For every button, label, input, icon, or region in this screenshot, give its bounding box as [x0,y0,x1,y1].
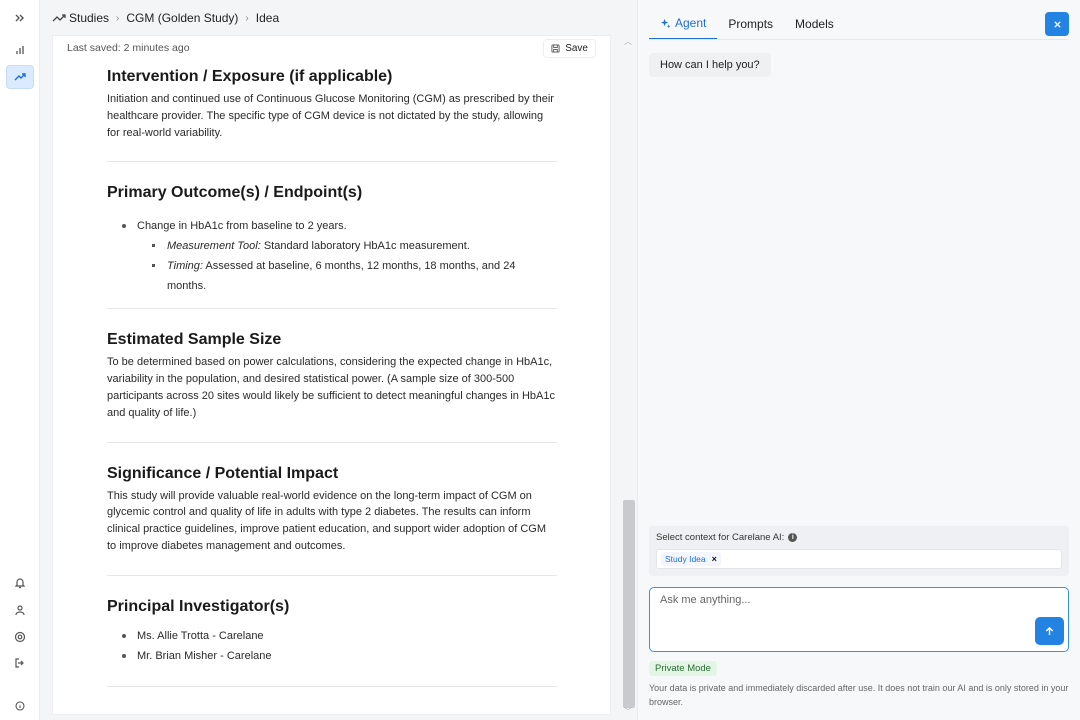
breadcrumb-studies[interactable]: Studies [69,11,109,25]
scroll-down-icon[interactable]: ﹀ [624,706,632,717]
breadcrumb: Studies › CGM (Golden Study) › Idea [40,0,637,36]
private-mode-text: Your data is private and immediately dis… [649,683,1069,707]
context-selector: Select context for Carelane AI: i Study … [649,526,1069,576]
chip-label: Study Idea [665,554,706,564]
close-icon [1053,20,1061,28]
divider [107,161,557,163]
section-significance: Significance / Potential Impact This stu… [107,465,556,555]
context-label-text: Select context for Carelane AI: [656,532,785,543]
close-panel-button[interactable] [1045,12,1069,36]
tab-models[interactable]: Models [784,12,845,40]
doc-scrollbar[interactable]: ︿ ﹀ [622,36,636,720]
section-title: Principal Investigator(s) [107,597,290,615]
trending-icon[interactable] [6,65,34,89]
user-icon[interactable] [6,598,34,622]
expand-icon[interactable] [6,6,34,30]
assistant-greeting: How can I help you? [649,53,771,77]
tab-agent[interactable]: Agent [649,12,718,40]
chat-input-box [649,587,1069,652]
logout-icon[interactable] [6,651,34,675]
section-title: Intervention / Exposure (if applicable) [107,68,393,85]
bar-chart-icon[interactable] [6,38,34,62]
bell-icon[interactable] [6,571,34,595]
context-label: Select context for Carelane AI: i [656,532,1062,543]
context-chip: Study Idea × [661,552,721,566]
help-icon[interactable] [6,625,34,649]
sub-label: Measurement Tool: [167,240,261,253]
section-investigators: Principal Investigator(s) Ms. Allie Trot… [107,598,556,666]
tab-label: Models [795,17,834,31]
section-title: Estimated Sample Size [107,331,282,349]
list-item: Timing: Assessed at baseline, 6 months, … [137,256,556,296]
sparkle-icon [660,18,671,28]
context-field[interactable]: Study Idea × [656,549,1062,569]
info-circle-icon[interactable] [6,694,34,718]
tabs-divider [649,39,1069,40]
last-saved-text: Last saved: 2 minutes ago [67,42,190,54]
scroll-up-icon[interactable]: ︿ [624,36,632,47]
doc-header: Last saved: 2 minutes ago Save [53,36,610,60]
info-icon[interactable]: i [788,533,798,542]
arrow-up-icon [1045,626,1054,635]
section-title: Primary Outcome(s) / Endpoint(s) [107,184,363,202]
chevron-right-icon: › [245,12,249,24]
section-outcomes: Primary Outcome(s) / Endpoint(s) Change … [107,184,556,296]
list-item: Ms. Allie Trotta - Carelane [107,626,556,646]
panel-tabs: Agent Prompts Models [649,12,845,40]
outcome-sublist: Measurement Tool: Standard laboratory Hb… [137,236,556,296]
sub-text: Standard laboratory HbA1c measurement. [260,240,470,253]
scroll-thumb[interactable] [623,500,635,708]
list-item: Mr. Brian Misher - Carelane [107,646,556,666]
outcome-list: Change in HbA1c from baseline to 2 years… [107,216,556,296]
section-text: This study will provide valuable real-wo… [107,489,547,552]
save-icon [551,43,560,53]
chevron-right-icon: › [116,12,120,24]
send-button[interactable] [1035,617,1064,645]
divider [107,574,557,576]
divider [107,685,557,687]
ai-panel: Agent Prompts Models How can I help you?… [637,0,1080,720]
breadcrumb-idea: Idea [255,11,280,25]
outcome-main: Change in HbA1c from baseline to 2 years… [137,220,347,233]
tab-label: Prompts [728,17,774,31]
document-card: Last saved: 2 minutes ago Save Intervent… [53,36,610,714]
sub-label: Timing: [167,260,203,273]
chat-input[interactable] [660,594,1030,634]
remove-chip-icon[interactable]: × [712,554,717,564]
section-text: To be determined based on power calculat… [107,356,555,419]
doc-body[interactable]: Intervention / Exposure (if applicable) … [53,60,610,687]
trending-icon [52,14,66,22]
investigator-list: Ms. Allie Trotta - Carelane Mr. Brian Mi… [107,626,556,666]
save-label: Save [565,42,588,54]
section-text: Initiation and continued use of Continuo… [107,93,554,139]
breadcrumb-study[interactable]: CGM (Golden Study) [126,11,238,25]
tab-label: Agent [675,16,707,30]
divider [107,308,557,310]
tab-prompts[interactable]: Prompts [717,12,784,40]
save-button[interactable]: Save [543,38,596,58]
list-item: Measurement Tool: Standard laboratory Hb… [137,236,556,256]
divider [107,441,557,443]
left-rail [0,0,40,720]
list-item: Change in HbA1c from baseline to 2 years… [107,216,556,296]
sub-text: Assessed at baseline, 6 months, 12 month… [167,260,516,293]
private-mode-badge: Private Mode [649,661,717,676]
section-intervention: Intervention / Exposure (if applicable) … [107,60,556,141]
section-sample-size: Estimated Sample Size To be determined b… [107,331,556,421]
section-title: Significance / Potential Impact [107,464,339,482]
